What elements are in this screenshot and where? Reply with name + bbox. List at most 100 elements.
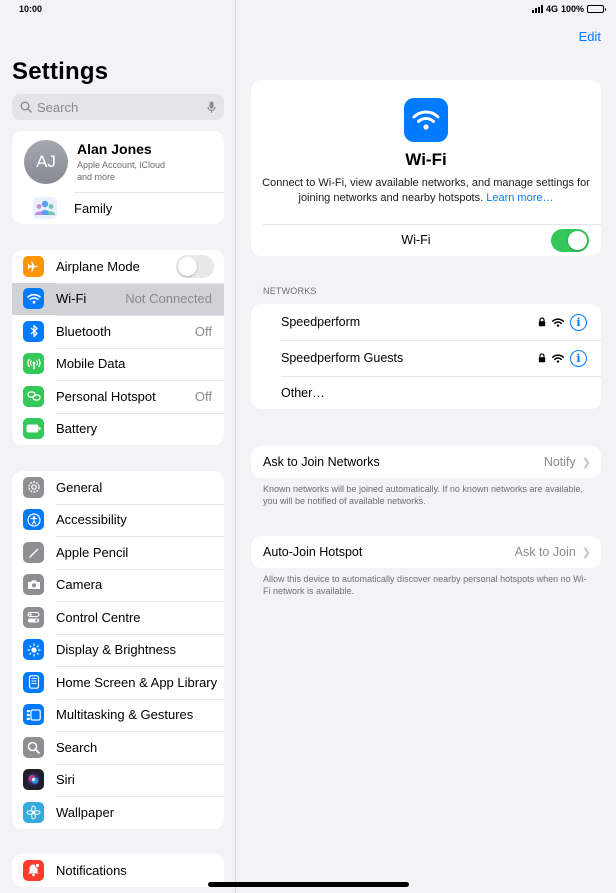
auto-join-label: Auto-Join Hotspot [263,545,363,559]
wifi-signal-icon [552,353,564,363]
auto-join-note: Allow this device to automatically disco… [263,574,587,596]
notifications-group: Notifications [12,854,224,887]
networks-list: Speedperform i Speedperform Guests i Oth… [251,304,601,409]
ask-to-join-note: Known networks will be joined automatica… [263,484,583,506]
learn-more-link[interactable]: Learn more… [486,192,553,204]
page-title: Wi-Fi [405,150,447,169]
network-name: Speedperform Guests [281,351,404,365]
control-centre-icon [23,606,44,628]
ask-to-join-label: Ask to Join Networks [263,455,380,469]
info-icon[interactable]: i [570,313,587,331]
camera-icon [23,574,44,596]
profile-card: AJ Alan Jones Apple Account, iCloud and … [12,131,224,224]
sidebar-item-label: Search [56,739,98,755]
apple-account-row[interactable]: AJ Alan Jones Apple Account, iCloud and … [12,131,224,192]
wifi-status-value: Not Connected [125,291,212,307]
avatar: AJ [24,139,68,184]
wifi-hero-icon [404,98,448,142]
edit-button[interactable]: Edit [579,29,601,44]
wifi-toggle[interactable] [551,228,589,252]
wifi-detail-pane: Edit Wi-Fi Connect to Wi-Fi, view availa… [237,0,616,893]
ask-to-join-row[interactable]: Ask to Join Networks Notify ❯ [251,446,601,478]
sidebar-item-mobile-data[interactable]: Mobile Data [12,347,224,381]
home-indicator[interactable] [208,882,409,887]
network-row[interactable]: Speedperform Guests i [251,340,601,376]
auto-join-row[interactable]: Auto-Join Hotspot Ask to Join ❯ [251,536,601,568]
settings-sidebar: Settings Search AJ Alan Jones Apple Acco… [0,0,236,893]
sidebar-item-label: Accessibility [56,512,127,528]
sun-icon [23,639,44,661]
sidebar-item-personal-hotspot[interactable]: Personal Hotspot Off [12,380,224,413]
sidebar-title: Settings [12,58,109,85]
chevron-right-icon: ❯ [581,456,591,469]
sidebar-item-label: Airplane Mode [56,258,140,274]
network-row[interactable]: Speedperform i [251,304,601,340]
sidebar-item-label: Wi-Fi [56,291,87,307]
sidebar-item-home-screen[interactable]: Home Screen & App Library [12,666,224,699]
sidebar-item-label: Battery [56,421,98,437]
hotspot-status-value: Off [194,388,212,404]
sidebar-item-wallpaper[interactable]: Wallpaper [12,796,224,829]
sidebar-item-apple-pencil[interactable]: Apple Pencil [12,536,224,569]
bluetooth-status-value: Off [194,323,212,339]
pencil-icon [23,541,44,563]
sidebar-item-label: Apple Pencil [56,544,129,560]
sidebar-item-label: Personal Hotspot [56,388,156,404]
battery-percent: 100% [560,4,584,14]
sidebar-item-wifi[interactable]: Wi-Fi Not Connected [12,282,224,315]
cellular-signal-icon [531,5,543,13]
search-placeholder: Search [37,99,79,115]
networks-header: NETWORKS [263,286,317,296]
sidebar-item-label: Camera [56,577,103,593]
sidebar-item-label: Bluetooth [56,323,111,339]
siri-icon [23,769,44,791]
gear-icon [23,476,44,498]
bell-icon [23,859,44,881]
auto-join-value: Ask to Join [514,545,576,559]
general-group: General Accessibility Apple Pencil Camer… [12,471,224,829]
wifi-toggle-row: Wi-Fi [251,224,601,256]
sidebar-item-label: Multitasking & Gestures [56,707,194,723]
battery-status-icon [587,5,606,13]
lock-icon [538,353,546,363]
profile-subtitle-line2: and more [77,171,116,182]
microphone-icon[interactable] [207,101,216,114]
sidebar-item-display-brightness[interactable]: Display & Brightness [12,633,224,667]
info-icon[interactable]: i [570,349,587,367]
sidebar-item-accessibility[interactable]: Accessibility [12,503,224,537]
ask-to-join-card: Ask to Join Networks Notify ❯ [251,446,601,478]
battery-icon [23,418,44,440]
sidebar-item-label: Home Screen & App Library [56,674,218,690]
auto-join-card: Auto-Join Hotspot Ask to Join ❯ [251,536,601,568]
sidebar-item-label: Wallpaper [56,804,115,820]
other-network-row[interactable]: Other… [251,376,601,409]
sidebar-item-battery[interactable]: Battery [12,412,224,446]
search-input[interactable]: Search [12,94,224,120]
sidebar-item-airplane-mode[interactable]: Airplane Mode [12,250,224,283]
home-screen-icon [23,671,44,693]
family-label: Family [74,200,113,216]
wifi-toggle-label: Wi-Fi [401,233,431,247]
status-bar: 10:00 4G 100% [0,0,616,20]
multitasking-icon [23,704,44,726]
wifi-signal-icon [552,317,564,327]
sidebar-item-control-centre[interactable]: Control Centre [12,601,224,634]
sidebar-item-multitasking[interactable]: Multitasking & Gestures [12,698,224,732]
sidebar-item-label: General [56,479,103,495]
sidebar-item-notifications[interactable]: Notifications [12,854,224,887]
status-time: 10:00 [19,4,43,14]
sidebar-item-general[interactable]: General [12,471,224,504]
family-row[interactable]: Family [12,192,224,224]
sidebar-item-label: Control Centre [56,609,141,625]
network-name: Speedperform [281,315,361,329]
sidebar-item-camera[interactable]: Camera [12,568,224,602]
sidebar-item-search[interactable]: Search [12,731,224,764]
status-indicators: 4G 100% [531,4,606,14]
sidebar-item-bluetooth[interactable]: Bluetooth Off [12,315,224,348]
profile-subtitle-line1: Apple Account, iCloud [77,159,166,170]
wifi-info-card: Wi-Fi Connect to Wi-Fi, view available n… [251,80,601,256]
flower-icon [23,801,44,823]
sidebar-item-label: Display & Brightness [56,642,176,658]
airplane-mode-toggle[interactable] [176,254,214,278]
sidebar-item-siri[interactable]: Siri [12,763,224,797]
